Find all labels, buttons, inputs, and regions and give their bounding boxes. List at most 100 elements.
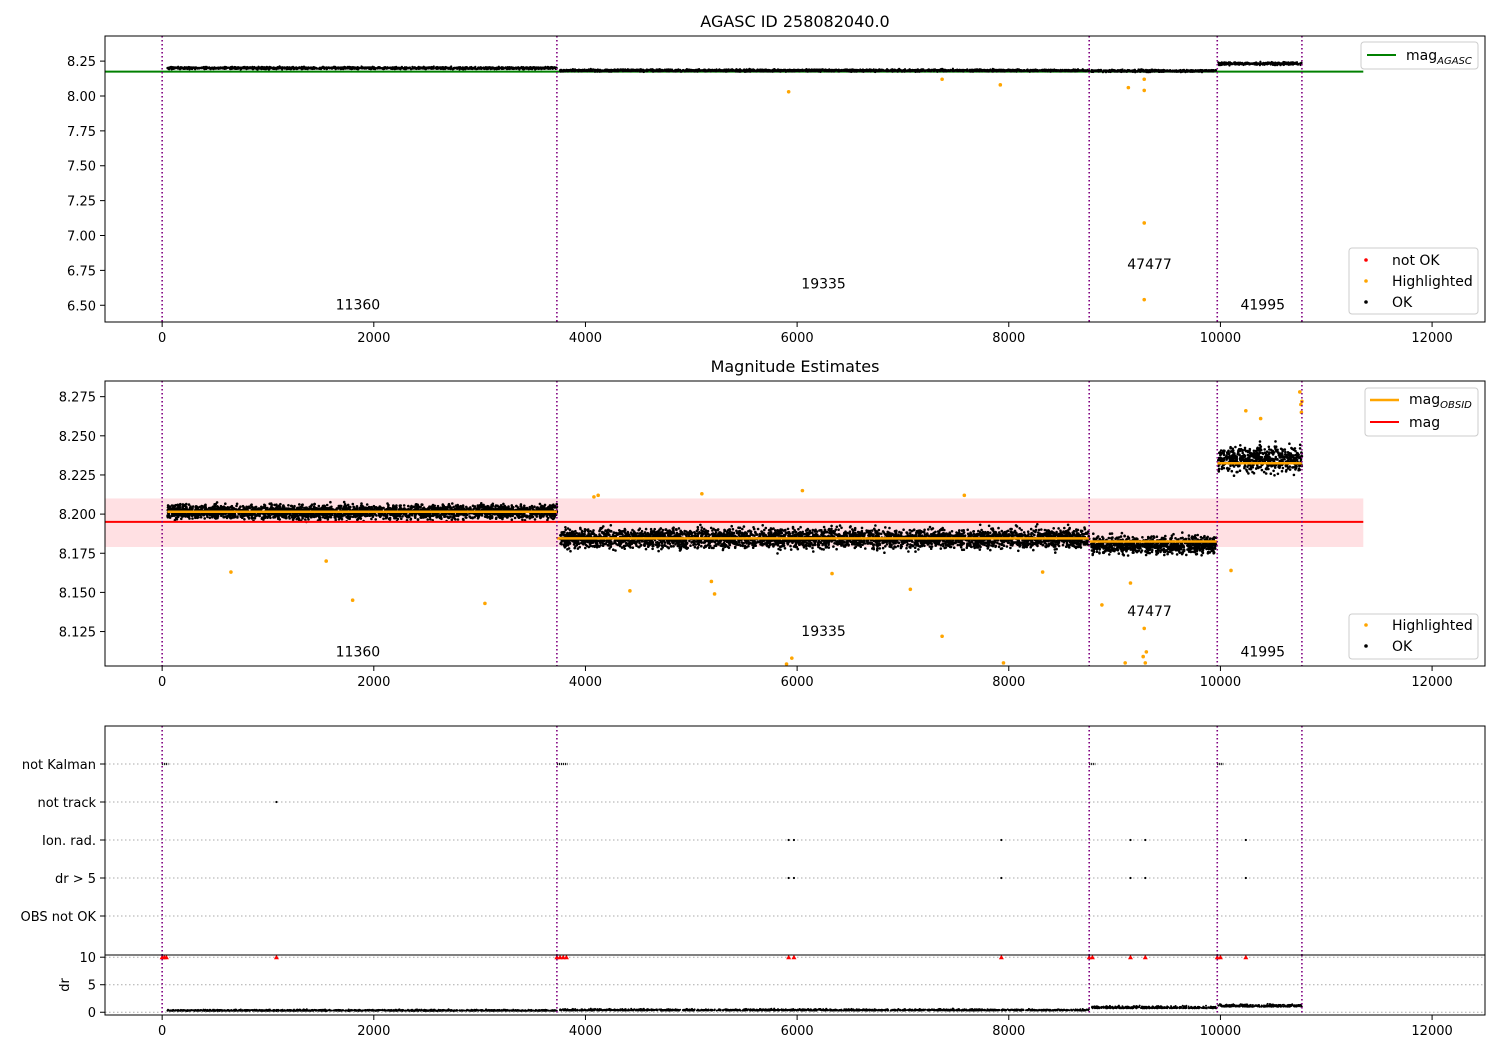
- x-tick-label: 4000: [569, 675, 602, 690]
- ok-point: [667, 68, 670, 71]
- ok-point: [613, 68, 616, 71]
- ok-point: [305, 66, 309, 70]
- ok-point: [739, 69, 742, 72]
- legend-label: not OK: [1392, 253, 1440, 269]
- ok-point: [365, 66, 369, 69]
- ok-point: [784, 70, 787, 73]
- ok-point: [590, 69, 594, 72]
- ok-point: [998, 68, 1001, 71]
- ok-point: [681, 69, 685, 72]
- ok-point: [1150, 70, 1153, 73]
- ok-point: [976, 69, 980, 72]
- ok-point: [322, 66, 326, 69]
- ok-point: [403, 66, 406, 69]
- legend-mag-agasc-subscript: AGASC: [1436, 56, 1472, 67]
- ok-point: [920, 68, 924, 71]
- highlighted-point: [1142, 221, 1147, 225]
- highlighted-point: [1142, 88, 1147, 93]
- ok-point: [894, 69, 897, 72]
- ok-point: [442, 66, 445, 69]
- ok-point: [1142, 70, 1145, 73]
- ok-point: [523, 66, 526, 70]
- ok-point: [166, 67, 169, 70]
- ok-point: [1157, 70, 1160, 73]
- ok-point: [251, 66, 255, 70]
- ok-point: [1129, 70, 1132, 73]
- ok-point: [290, 66, 293, 69]
- y-tick-label: 8.250: [59, 430, 96, 445]
- ok-point: [1173, 69, 1176, 73]
- x-tick-label: 12000: [1411, 331, 1452, 346]
- ok-point: [194, 66, 197, 69]
- ok-point: [1047, 68, 1051, 71]
- ok-point: [170, 66, 173, 70]
- ok-point: [376, 67, 379, 70]
- ok-point: [374, 68, 377, 71]
- ok-point: [1113, 69, 1116, 72]
- ok-point: [229, 68, 232, 71]
- ok-point: [678, 69, 681, 72]
- y-tick-label: 8.200: [59, 508, 96, 523]
- ok-point: [294, 67, 297, 70]
- ok-point: [472, 66, 476, 69]
- ok-point: [453, 66, 456, 69]
- obs-id-label: 41995: [1240, 297, 1285, 313]
- ok-point: [684, 69, 687, 72]
- figure: AGASC ID 258082040.0 0 2000 4000 6000 8000 10…: [0, 0, 1500, 1050]
- y-tick-label: 8.00: [67, 90, 96, 105]
- ok-point: [417, 67, 420, 70]
- ok-point: [440, 67, 443, 70]
- ok-point: [179, 66, 182, 69]
- ok-point: [879, 69, 882, 72]
- ok-point: [813, 69, 816, 72]
- ok-point: [445, 66, 448, 69]
- ok-point: [844, 68, 848, 71]
- ok-point: [382, 67, 385, 70]
- ok-point: [1165, 69, 1168, 72]
- ok-point: [936, 69, 940, 72]
- ok-point: [1199, 70, 1202, 73]
- panel-magnitude-title: Magnitude Estimates: [711, 357, 880, 376]
- ok-point: [1281, 63, 1284, 66]
- ok-point: [430, 65, 433, 69]
- ok-point: [497, 65, 500, 68]
- ok-point: [1223, 61, 1226, 64]
- x-tick-label: 0: [158, 675, 166, 690]
- ok-point: [797, 69, 800, 72]
- ok-point: [356, 66, 359, 69]
- ok-point: [901, 69, 904, 72]
- x-tick-label: 8000: [992, 675, 1025, 690]
- ok-point: [264, 66, 267, 69]
- ok-point: [245, 66, 248, 70]
- x-tick-label: 6000: [781, 331, 814, 346]
- x-tick-label: 2000: [357, 675, 390, 690]
- ok-point: [1019, 69, 1022, 72]
- ok-point: [1292, 62, 1295, 65]
- ok-point: [756, 69, 759, 72]
- ok-point: [1145, 71, 1148, 74]
- ok-point: [719, 70, 722, 73]
- ok-point: [769, 69, 772, 73]
- ok-point: [325, 68, 328, 71]
- y-tick-label: 8.275: [59, 391, 96, 406]
- ok-point: [662, 69, 665, 72]
- ok-point: [952, 69, 955, 72]
- ok-point: [876, 69, 879, 72]
- ok-point: [1035, 69, 1038, 72]
- ok-point: [733, 69, 736, 72]
- ok-point: [916, 68, 920, 72]
- ok-point: [390, 66, 393, 69]
- ok-point: [296, 67, 299, 70]
- ok-point: [873, 70, 876, 73]
- ok-point: [749, 69, 752, 72]
- ok-point: [208, 66, 211, 69]
- ok-point: [926, 69, 929, 72]
- ok-point: [1109, 69, 1113, 72]
- ok-point: [968, 70, 971, 73]
- ok-point: [345, 67, 348, 70]
- y-tick-label: 8.150: [59, 586, 96, 601]
- ok-point: [949, 69, 953, 72]
- ok-point: [699, 69, 703, 72]
- ok-point: [279, 66, 282, 69]
- ok-point: [762, 70, 765, 73]
